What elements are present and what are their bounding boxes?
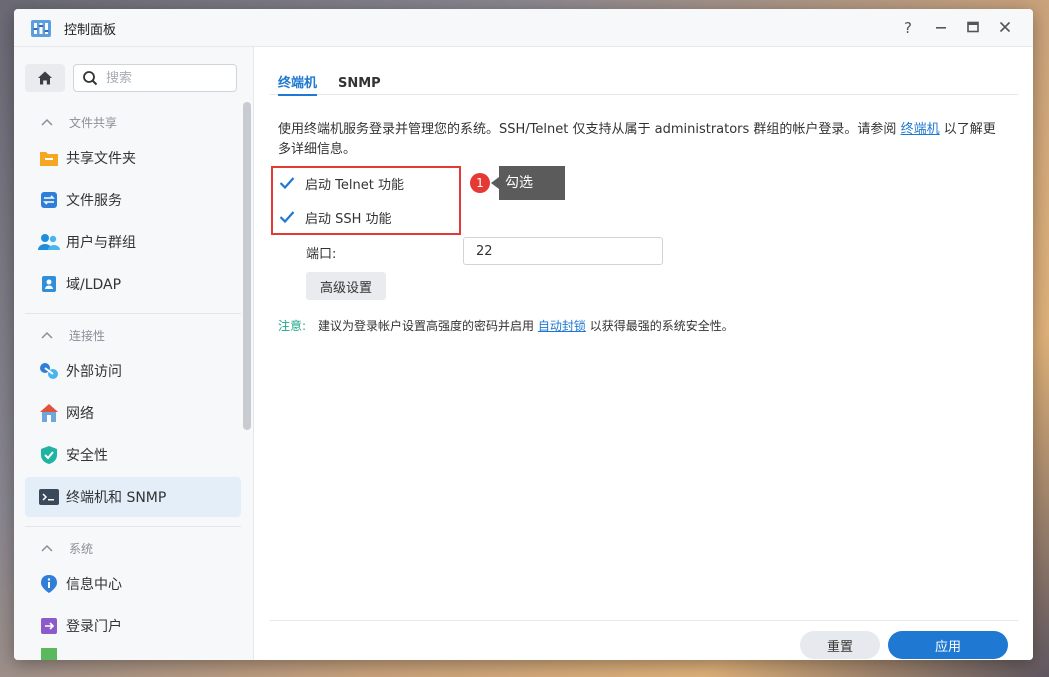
section-title: 连接性 xyxy=(69,328,106,343)
description-pre: 使用终端机服务登录并管理您的系统。SSH/Telnet 仅支持从属于 admin… xyxy=(278,122,901,137)
section-title: 系统 xyxy=(69,541,94,556)
sidebar-item-label: 用户与群组 xyxy=(66,235,136,251)
sidebar-item-label: 文件服务 xyxy=(66,193,122,209)
sidebar-item-label: 信息中心 xyxy=(66,577,122,593)
search-icon xyxy=(83,71,98,86)
external-access-icon xyxy=(38,360,60,382)
sidebar-divider xyxy=(25,313,241,314)
sidebar-item-info-center[interactable]: 信息中心 xyxy=(25,564,241,604)
telnet-label: 启动 Telnet 功能 xyxy=(305,177,404,193)
info-icon xyxy=(38,573,60,595)
search-box[interactable] xyxy=(73,64,237,92)
description-text: 使用终端机服务登录并管理您的系统。SSH/Telnet 仅支持从属于 admin… xyxy=(278,120,1008,160)
footer-divider xyxy=(270,620,1018,621)
sidebar: 文件共享 共享文件夹 文件服务 用户与群组 域/LDAP xyxy=(14,47,254,660)
chevron-up-icon xyxy=(41,331,53,339)
port-label: 端口: xyxy=(306,247,337,262)
sidebar-item-security[interactable]: 安全性 xyxy=(25,435,241,475)
section-header-connectivity[interactable]: 连接性 xyxy=(25,320,241,350)
section-header-system[interactable]: 系统 xyxy=(25,533,241,563)
tab-snmp[interactable]: SNMP xyxy=(338,47,381,95)
close-icon xyxy=(999,21,1011,33)
main-panel: 终端机 SNMP 使用终端机服务登录并管理您的系统。SSH/Telnet 仅支持… xyxy=(254,47,1033,660)
sidebar-item-terminal-snmp[interactable]: 终端机和 SNMP xyxy=(25,477,241,517)
home-button[interactable] xyxy=(25,64,65,92)
telnet-checkbox[interactable] xyxy=(278,174,296,192)
maximize-button[interactable] xyxy=(963,18,983,38)
maximize-icon xyxy=(967,21,979,33)
ssh-checkbox[interactable] xyxy=(278,208,296,226)
sidebar-item-domain-ldap[interactable]: 域/LDAP xyxy=(25,264,241,304)
sidebar-item-label: 外部访问 xyxy=(66,364,122,380)
note-post: 以获得最强的系统安全性。 xyxy=(585,319,734,333)
sidebar-item-partial[interactable] xyxy=(25,648,241,660)
sidebar-item-label: 终端机和 SNMP xyxy=(66,490,167,506)
step-badge: 1 xyxy=(470,173,490,193)
checkmark-icon xyxy=(279,177,295,190)
sidebar-item-login-portal[interactable]: 登录门户 xyxy=(25,606,241,646)
note-pre: 建议为登录帐户设置高强度的密码并启用 xyxy=(318,319,538,333)
chevron-up-icon xyxy=(41,118,53,126)
shield-icon xyxy=(38,444,60,466)
home-icon xyxy=(38,71,52,85)
help-button[interactable]: ? xyxy=(898,18,918,38)
sidebar-item-users-groups[interactable]: 用户与群组 xyxy=(25,222,241,262)
sidebar-item-shared-folder[interactable]: 共享文件夹 xyxy=(25,138,241,178)
window-title: 控制面板 xyxy=(64,23,117,38)
users-icon xyxy=(38,231,60,253)
search-input[interactable] xyxy=(106,68,230,88)
sidebar-item-label: 域/LDAP xyxy=(66,277,122,293)
login-portal-icon xyxy=(38,615,60,637)
title-bar: 控制面板 ? xyxy=(14,9,1033,47)
port-input[interactable] xyxy=(463,237,663,265)
tab-bar: 终端机 SNMP xyxy=(270,47,1018,96)
ssh-option: 启动 SSH 功能 xyxy=(278,205,392,229)
folder-icon xyxy=(38,147,60,169)
sidebar-item-external-access[interactable]: 外部访问 xyxy=(25,351,241,391)
control-panel-window: 控制面板 ? 文件共享 xyxy=(14,9,1033,660)
section-header-file-sharing[interactable]: 文件共享 xyxy=(25,107,241,137)
telnet-option: 启动 Telnet 功能 xyxy=(278,171,404,195)
network-house-icon xyxy=(38,402,60,424)
sidebar-item-label: 安全性 xyxy=(66,448,108,464)
minimize-icon xyxy=(936,27,946,29)
checkmark-icon xyxy=(279,211,295,224)
section-title: 文件共享 xyxy=(69,115,118,130)
sidebar-item-label: 网络 xyxy=(66,406,94,422)
ssh-label: 启动 SSH 功能 xyxy=(305,211,392,227)
terminal-help-link[interactable]: 终端机 xyxy=(901,122,940,137)
control-panel-app-icon xyxy=(31,20,51,37)
domain-ldap-icon xyxy=(38,273,60,295)
sidebar-item-file-services[interactable]: 文件服务 xyxy=(25,180,241,220)
note-label: 注意: xyxy=(278,319,307,333)
annotation-tooltip: 勾选 xyxy=(491,166,565,200)
auto-block-link[interactable]: 自动封锁 xyxy=(538,319,586,333)
tab-terminal[interactable]: 终端机 xyxy=(278,47,318,96)
minimize-button[interactable] xyxy=(931,18,951,38)
sidebar-item-label: 登录门户 xyxy=(66,619,122,635)
apply-button[interactable]: 应用 xyxy=(888,631,1008,659)
file-services-icon xyxy=(38,189,60,211)
green-app-icon xyxy=(38,648,60,660)
sidebar-item-label: 共享文件夹 xyxy=(66,151,136,167)
advanced-settings-button[interactable]: 高级设置 xyxy=(306,272,386,300)
sidebar-scrollbar[interactable] xyxy=(243,102,251,430)
close-button[interactable] xyxy=(995,18,1015,38)
terminal-icon xyxy=(38,486,60,508)
reset-button[interactable]: 重置 xyxy=(800,631,880,659)
sidebar-divider xyxy=(25,526,241,527)
security-note: 注意: 建议为登录帐户设置高强度的密码并启用 自动封锁 以获得最强的系统安全性。 xyxy=(278,317,734,334)
chevron-up-icon xyxy=(41,544,53,552)
sidebar-item-network[interactable]: 网络 xyxy=(25,393,241,433)
